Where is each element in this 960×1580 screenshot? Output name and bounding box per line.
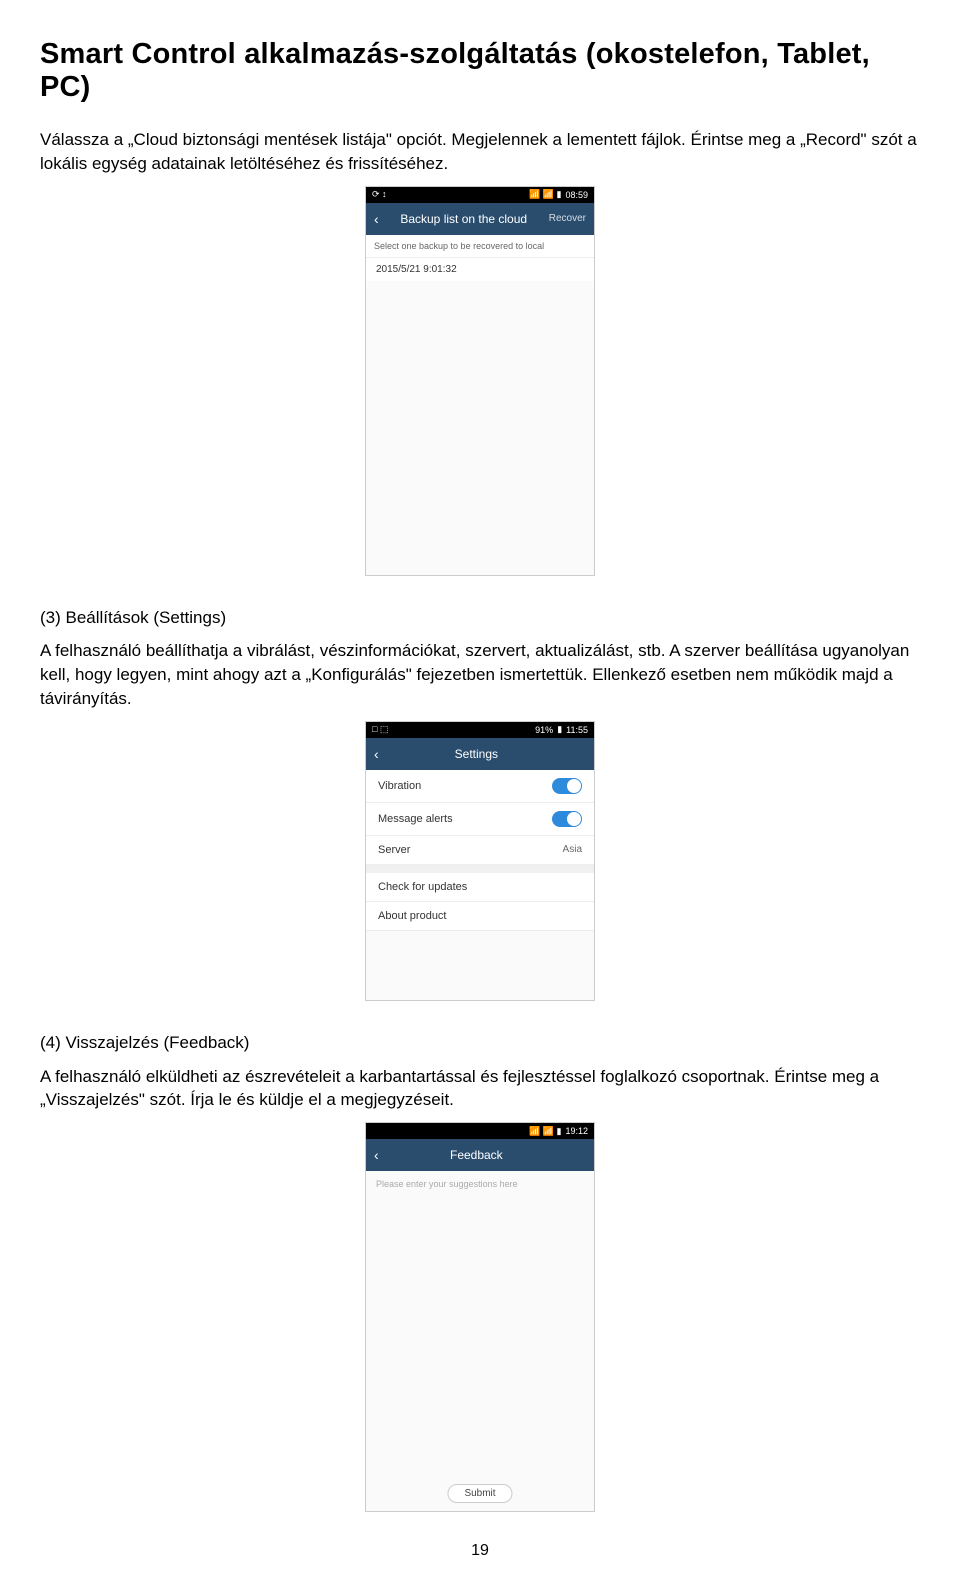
appbar-title: Backup list on the cloud xyxy=(387,212,541,226)
status-icon: ⟳ ↕ xyxy=(372,189,387,200)
status-time: 19:12 xyxy=(565,1126,588,1136)
status-bar: □ ⬚ 91% ▮ 11:55 xyxy=(366,722,594,738)
status-bar: 📶 📶 ▮ 19:12 xyxy=(366,1123,594,1139)
appbar-title: Settings xyxy=(387,747,566,761)
toggle-message-alerts[interactable] xyxy=(552,811,582,827)
feedback-heading: (4) Visszajelzés (Feedback) xyxy=(40,1031,920,1055)
row-check-updates[interactable]: Check for updates xyxy=(366,873,594,902)
app-bar: ‹ Feedback xyxy=(366,1139,594,1171)
back-icon[interactable]: ‹ xyxy=(374,746,379,762)
phone-mockup-feedback: 📶 📶 ▮ 19:12 ‹ Feedback Please enter your … xyxy=(365,1122,595,1512)
toggle-vibration[interactable] xyxy=(552,778,582,794)
feedback-paragraph: A felhasználó elküldheti az észrevételei… xyxy=(40,1065,920,1113)
page-number: 19 xyxy=(40,1542,920,1560)
intro-paragraph: Válassza a „Cloud biztonsági mentések li… xyxy=(40,128,920,176)
status-icon: □ ⬚ xyxy=(372,724,388,735)
server-value: Asia xyxy=(563,844,582,855)
battery-icon: ▮ xyxy=(557,724,562,735)
status-time: 08:59 xyxy=(565,190,588,200)
signal-icon: 📶 📶 ▮ xyxy=(529,189,561,200)
row-label: Server xyxy=(378,844,410,856)
status-bar: ⟳ ↕ 📶 📶 ▮ 08:59 xyxy=(366,187,594,203)
app-bar: ‹ Backup list on the cloud Recover xyxy=(366,203,594,235)
page-title: Smart Control alkalmazás-szolgáltatás (o… xyxy=(40,38,920,104)
row-vibration[interactable]: Vibration xyxy=(366,770,594,803)
status-time: 11:55 xyxy=(566,725,588,735)
settings-heading: (3) Beállítások (Settings) xyxy=(40,606,920,630)
row-label: About product xyxy=(378,910,447,922)
row-message-alerts[interactable]: Message alerts xyxy=(366,803,594,836)
appbar-title: Feedback xyxy=(387,1148,566,1162)
app-bar: ‹ Settings xyxy=(366,738,594,770)
hint-text: Select one backup to be recovered to loc… xyxy=(366,235,594,258)
settings-paragraph: A felhasználó beállíthatja a vibrálást, … xyxy=(40,639,920,710)
phone-mockup-settings: □ ⬚ 91% ▮ 11:55 ‹ Settings Vibration Mes… xyxy=(365,721,595,1001)
submit-button[interactable]: Submit xyxy=(447,1484,512,1503)
row-label: Message alerts xyxy=(378,813,453,825)
backup-record[interactable]: 2015/5/21 9:01:32 xyxy=(366,258,594,281)
phone-mockup-backup-list: ⟳ ↕ 📶 📶 ▮ 08:59 ‹ Backup list on the clou… xyxy=(365,186,595,576)
back-icon[interactable]: ‹ xyxy=(374,211,379,227)
divider xyxy=(366,865,594,873)
row-server[interactable]: Server Asia xyxy=(366,836,594,865)
back-icon[interactable]: ‹ xyxy=(374,1147,379,1163)
feedback-placeholder[interactable]: Please enter your suggestions here xyxy=(366,1171,594,1197)
recover-button[interactable]: Recover xyxy=(549,213,586,224)
row-label: Vibration xyxy=(378,780,421,792)
row-label: Check for updates xyxy=(378,881,467,893)
row-about[interactable]: About product xyxy=(366,902,594,931)
signal-icon: 📶 📶 ▮ xyxy=(529,1126,561,1137)
signal-text: 91% xyxy=(535,725,553,735)
